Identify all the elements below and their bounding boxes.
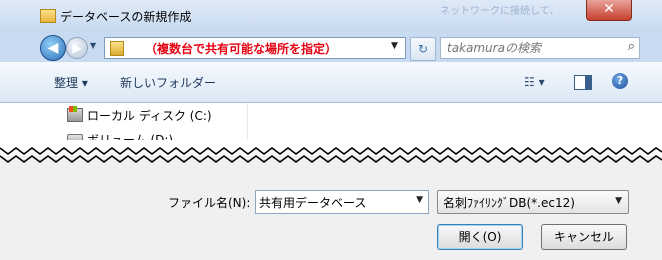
title-bar: データベースの新規作成 ネットワークに接続して、接続を... ✕ [0, 0, 662, 32]
organize-button[interactable]: 整理 ▾ [54, 74, 88, 91]
address-dropdown-icon[interactable]: ▼ [391, 41, 398, 51]
refresh-button[interactable]: ↻ [410, 37, 436, 61]
folder-icon [110, 41, 124, 56]
file-form-area: ファイル名(N): ▼ 名刺ﾌｧｲﾘﾝｸﾞDB(*.ec12) ▼ 開く(O) … [0, 170, 662, 260]
search-icon[interactable]: ⌕ [628, 39, 635, 54]
help-icon[interactable]: ? [612, 73, 628, 89]
filename-combobox[interactable]: ▼ [255, 190, 429, 214]
back-button[interactable]: ◀ [40, 35, 66, 61]
filetype-dropdown-icon[interactable]: ▼ [615, 196, 622, 206]
address-row: ◀ ▶ ▼ （複数台で共有可能な場所を指定） ▼ ↻ ⌕ [0, 32, 662, 62]
preview-pane-icon[interactable] [574, 75, 592, 90]
search-box[interactable]: ⌕ [440, 37, 640, 59]
filename-label: ファイル名(N): [168, 196, 251, 210]
new-folder-button[interactable]: 新しいフォルダー [120, 74, 216, 91]
torn-edge-divider [0, 140, 662, 170]
filename-dropdown-icon[interactable]: ▼ [416, 195, 423, 205]
filetype-select[interactable]: 名刺ﾌｧｲﾘﾝｸﾞDB(*.ec12) ▼ [437, 190, 629, 214]
filename-input[interactable] [256, 191, 410, 213]
background-window-text: ネットワークに接続して、接続を... [440, 6, 560, 17]
address-path: （複数台で共有可能な場所を指定） [145, 42, 338, 56]
toolbar: 整理 ▾ 新しいフォルダー ☷ ▾ ? [0, 62, 662, 103]
address-bar[interactable]: （複数台で共有可能な場所を指定） ▼ [104, 37, 406, 59]
view-options-icon[interactable]: ☷ ▾ [524, 75, 545, 89]
open-button[interactable]: 開く(O) [437, 224, 523, 250]
app-icon [40, 9, 56, 23]
cancel-button[interactable]: キャンセル [541, 224, 627, 250]
filetype-value: 名刺ﾌｧｲﾘﾝｸﾞDB(*.ec12) [443, 196, 575, 210]
forward-button[interactable]: ▶ [66, 37, 88, 59]
history-dropdown-icon[interactable]: ▼ [90, 41, 96, 50]
window-title: データベースの新規作成 [60, 10, 192, 24]
nav-item-local-disk-c[interactable]: ローカル ディスク (C:) [87, 107, 212, 124]
local-disk-icon [67, 106, 83, 122]
search-input[interactable] [441, 38, 623, 58]
close-button[interactable]: ✕ [586, 0, 632, 21]
